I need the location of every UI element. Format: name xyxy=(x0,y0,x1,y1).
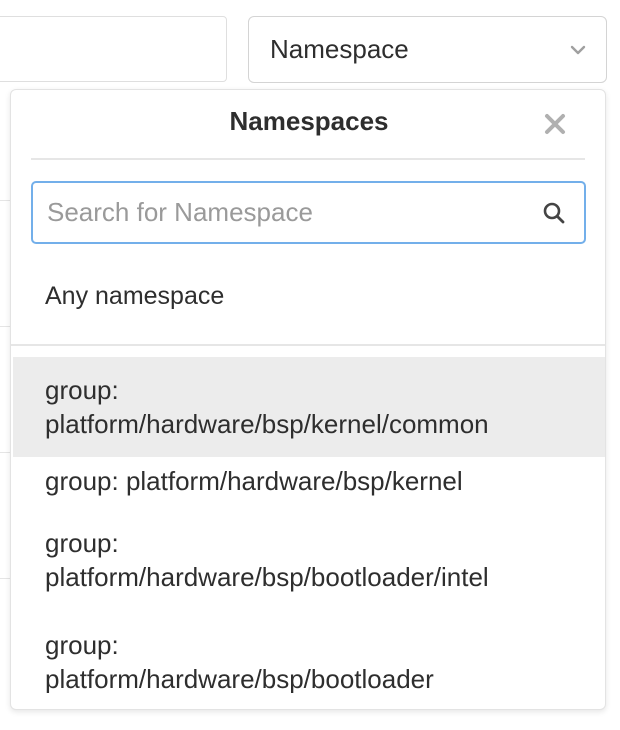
namespace-item-path: platform/hardware/bsp/bootloader/intel xyxy=(45,562,489,592)
filter-input[interactable] xyxy=(0,16,227,82)
namespace-search-input[interactable] xyxy=(47,183,517,242)
namespace-item-prefix: group: xyxy=(45,528,119,558)
namespace-dropdown-toggle[interactable]: Namespace xyxy=(248,16,607,83)
namespace-item-prefix: group: xyxy=(45,375,119,405)
any-namespace-option[interactable]: Any namespace xyxy=(45,282,224,311)
dropdown-options-divider xyxy=(11,344,605,346)
page: Namespace Namespaces Any namespace group… xyxy=(0,0,620,730)
namespace-list-item[interactable]: group: platform/hardware/bsp/kernel/comm… xyxy=(13,357,605,457)
namespace-item-prefix: group: xyxy=(45,630,119,660)
namespace-item-path: group: platform/hardware/bsp/kernel xyxy=(45,466,463,496)
namespace-list-item[interactable]: group: platform/hardware/bsp/bootloader xyxy=(13,627,605,693)
dropdown-title: Namespaces xyxy=(229,106,389,136)
namespace-item-path: platform/hardware/bsp/kernel/common xyxy=(45,409,489,439)
namespace-list-item[interactable]: group: platform/hardware/bsp/bootloader/… xyxy=(13,525,605,615)
namespace-list: group: platform/hardware/bsp/kernel/comm… xyxy=(13,357,605,693)
search-icon xyxy=(543,202,565,223)
close-icon[interactable] xyxy=(543,112,567,136)
dropdown-header-divider xyxy=(31,158,585,160)
namespace-dropdown-label: Namespace xyxy=(270,34,409,64)
namespace-list-item[interactable]: group: platform/hardware/bsp/kernel xyxy=(13,461,605,521)
namespace-dropdown-menu: Namespaces Any namespace group: platform… xyxy=(10,89,606,710)
chevron-down-icon xyxy=(570,45,586,54)
namespace-search-field xyxy=(31,181,586,244)
namespace-item-path: platform/hardware/bsp/bootloader xyxy=(45,664,434,693)
